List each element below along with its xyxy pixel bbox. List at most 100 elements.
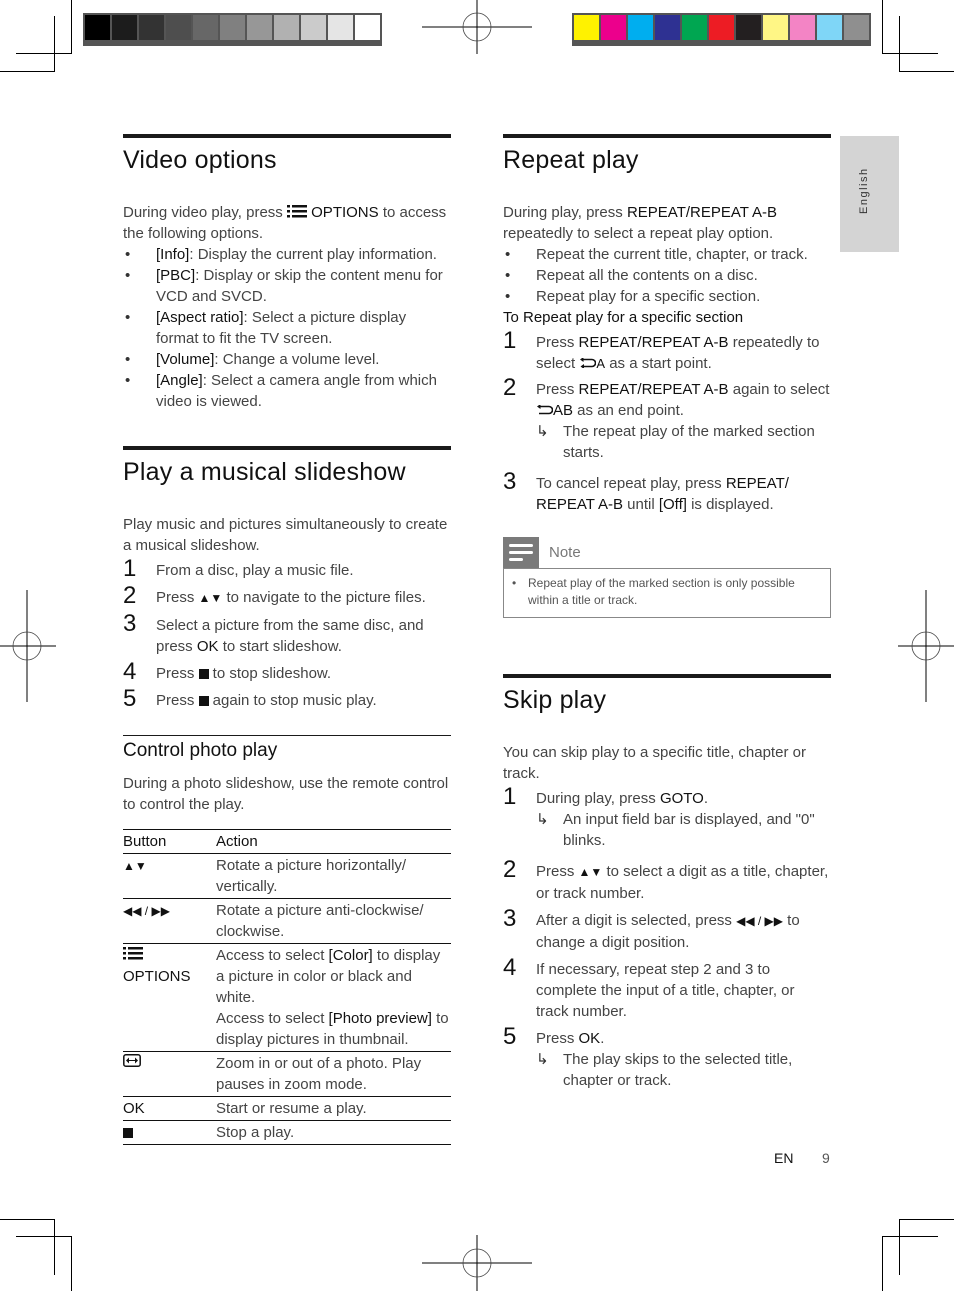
note-text: Repeat play of the marked section is onl… <box>528 576 795 607</box>
photo-control-intro: During a photo slideshow, use the remote… <box>123 775 449 813</box>
color-swatch <box>220 15 245 40</box>
language-tab-label: English <box>858 167 870 214</box>
list-item: • [Angle]: Select a camera angle from whi… <box>125 372 437 410</box>
color-swatch <box>85 15 110 40</box>
options-menu-icon <box>286 204 307 221</box>
list-item: • Repeat all the contents on a disc. <box>505 267 758 284</box>
step-item: 1 During play, press GOTO. ↳ An input fiel… <box>503 783 831 851</box>
step-item: 2 Press ▲▼ to navigate to the picture fil… <box>123 582 426 609</box>
step-item: 3 Select a picture from the same disc, an… <box>123 610 424 655</box>
video-options-section: Video options During video play, press O… <box>123 134 451 412</box>
column-header: Action <box>216 829 451 854</box>
color-swatch <box>193 15 218 40</box>
result-arrow-icon: ↳ <box>536 1051 549 1068</box>
repeat-play-intro: During play, press REPEAT/REPEAT A-B rep… <box>503 204 777 242</box>
repeat-steps: 1 Press REPEAT/REPEAT A-B repeatedly to s… <box>503 327 831 515</box>
color-swatch <box>709 15 734 40</box>
table-row: OK Start or resume a play. <box>123 1096 451 1121</box>
repeat-options-list: • Repeat the current title, chapter, or t… <box>503 244 831 307</box>
table-header-row: Button Action <box>123 829 451 854</box>
photo-control-section: Control photo play During a photo slides… <box>123 735 451 1145</box>
slideshow-steps: 1 From a disc, play a music file. 2 Press … <box>123 555 451 712</box>
skip-steps: 1 During play, press GOTO. ↳ An input fiel… <box>503 783 831 1091</box>
list-item: • Repeat play for a specific section. <box>505 288 761 305</box>
stop-icon <box>123 1120 216 1145</box>
column-header: Button <box>123 829 216 854</box>
skip-play-section: Skip play You can skip play to a specifi… <box>503 674 831 1091</box>
list-item: • [Volume]: Change a volume level. <box>125 351 380 368</box>
color-swatch <box>355 15 380 40</box>
language-tab: English <box>840 136 899 252</box>
table-row: ▲▼ Rotate a picture horizontally/ vertic… <box>123 853 451 899</box>
slideshow-section: Play a musical slideshow Play music and … <box>123 446 451 712</box>
video-options-intro: During video play, press OPTIONS to acce… <box>123 204 447 242</box>
rewind-forward-icon: ◀◀ / ▶▶ <box>123 898 216 944</box>
color-swatch <box>763 15 788 40</box>
color-swatch <box>574 15 599 40</box>
repeat-play-section: Repeat play During play, press REPEAT/RE… <box>503 134 831 618</box>
table-row: ◀◀ / ▶▶ Rotate a picture anti-clockwise/… <box>123 898 451 944</box>
skip-play-intro: You can skip play to a specific title, c… <box>503 744 806 782</box>
step-item: 4 If necessary, repeat step 2 and 3 to co… <box>503 954 795 1020</box>
left-column: Video options During video play, press O… <box>123 134 451 1145</box>
color-swatch <box>166 15 191 40</box>
right-column: Repeat play During play, press REPEAT/RE… <box>503 134 831 1091</box>
skip-play-title: Skip play <box>503 686 607 714</box>
list-item: • Repeat the current title, chapter, or t… <box>505 246 808 263</box>
page-number: 9 <box>822 1150 830 1166</box>
note-icon <box>503 537 539 568</box>
grayscale-calibration-bar <box>83 13 382 46</box>
color-swatch <box>274 15 299 40</box>
section-rule <box>123 134 451 138</box>
registration-mark-bottom <box>422 1235 532 1291</box>
photo-control-title: Control photo play <box>123 740 278 761</box>
color-swatch <box>247 15 272 40</box>
result-arrow-icon: ↳ <box>536 423 549 440</box>
step-item: 5 Press OK. ↳ The play skips to the select… <box>503 1023 831 1091</box>
color-swatch <box>328 15 353 40</box>
color-swatch <box>817 15 842 40</box>
registration-mark-right <box>898 590 954 702</box>
slideshow-title: Play a musical slideshow <box>123 458 406 486</box>
color-swatch <box>736 15 761 40</box>
step-item: 3 To cancel repeat play, press REPEAT/ RE… <box>503 468 789 513</box>
stop-icon <box>198 669 209 679</box>
table-row: Stop a play. <box>123 1120 451 1145</box>
color-swatch <box>682 15 707 40</box>
color-calibration-bar <box>572 13 871 46</box>
step-item: 2 Press ▲▼ to select a digit as a title, … <box>503 856 829 902</box>
footer-language: EN <box>774 1150 794 1166</box>
video-options-list: • [Info]: Display the current play inform… <box>123 244 451 412</box>
repeat-icon <box>536 402 554 419</box>
step-item: 5 Press again to stop music play. <box>123 685 377 712</box>
step-result: ↳ The repeat play of the marked section s… <box>536 423 815 461</box>
up-down-arrows-icon: ▲▼ <box>578 865 603 879</box>
section-rule <box>123 735 451 736</box>
color-swatch <box>139 15 164 40</box>
rewind-forward-icon: ◀◀ / ▶▶ <box>736 914 784 928</box>
repeat-play-title: Repeat play <box>503 146 639 174</box>
step-item: 2 Press REPEAT/REPEAT A-B again to select… <box>503 374 830 461</box>
section-rule <box>503 134 831 138</box>
note-label: Note <box>549 544 581 561</box>
up-down-arrows-icon: ▲▼ <box>123 853 216 899</box>
color-swatch <box>844 15 869 40</box>
color-swatch <box>655 15 680 40</box>
registration-mark-top <box>422 0 532 54</box>
photo-control-table: Button Action ▲▼ Rotate a picture horizo… <box>123 829 451 1145</box>
stop-icon <box>198 696 209 706</box>
repeat-section-subhead: To Repeat play for a specific section <box>503 309 744 326</box>
registration-mark-left <box>0 590 56 702</box>
list-item: • [Info]: Display the current play inform… <box>125 246 437 263</box>
table-row: Zoom in or out of a photo. Play pauses i… <box>123 1051 451 1097</box>
table-row: OPTIONS Access to select [Color] to disp… <box>123 943 451 1052</box>
repeat-icon <box>579 355 597 372</box>
options-menu-icon <box>123 947 143 964</box>
color-swatch <box>628 15 653 40</box>
note-box: Note • Repeat play of the marked section … <box>503 537 831 618</box>
color-swatch <box>601 15 626 40</box>
step-item: 4 Press to stop slideshow. <box>123 658 332 685</box>
step-item: 3 After a digit is selected, press ◀◀ / ▶… <box>503 905 800 951</box>
zoom-icon <box>123 1051 216 1097</box>
step-item: 1 From a disc, play a music file. <box>123 555 354 582</box>
